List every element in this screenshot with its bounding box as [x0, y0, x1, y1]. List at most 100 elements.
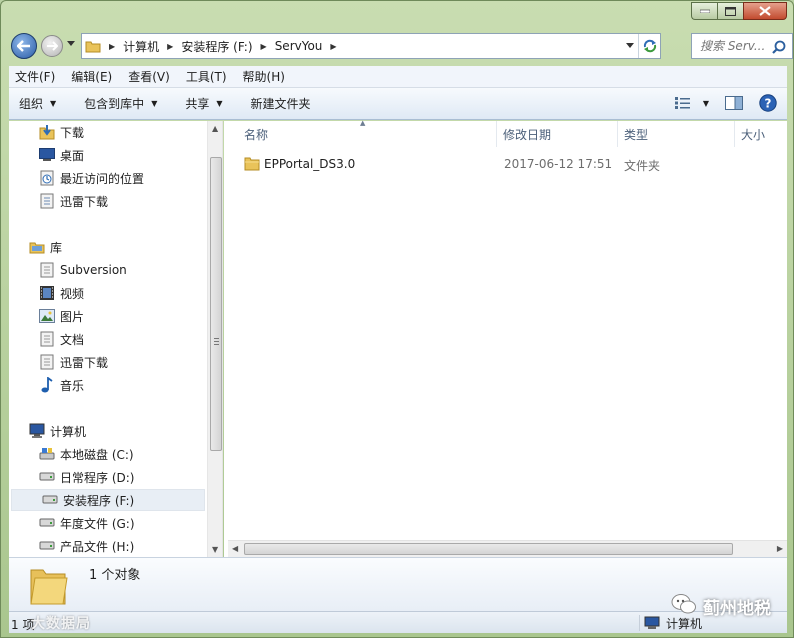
chevron-down-icon: ▼	[151, 99, 158, 108]
include-in-library-button[interactable]: 包含到库中 ▼	[84, 95, 157, 112]
organize-button[interactable]: 组织 ▼	[19, 95, 56, 112]
recent-places-icon	[39, 170, 55, 186]
column-header-type[interactable]: 类型	[618, 121, 735, 147]
history-dropdown-icon[interactable]	[67, 41, 75, 47]
new-folder-button[interactable]: 新建文件夹	[251, 95, 311, 112]
chevron-down-icon: ▼	[702, 98, 709, 108]
nav-item-label: 安装程序 (F:)	[63, 493, 135, 508]
column-header-name[interactable]: 名称	[238, 121, 497, 147]
file-row[interactable]: EPPortal_DS3.0 2017-06-12 17:51 文件夹	[238, 153, 778, 175]
file-list-hscrollbar[interactable]: ◀ ▶	[228, 540, 787, 557]
nav-item-downloads[interactable]: 下载	[9, 121, 205, 143]
nav-item-label: 年度文件 (G:)	[60, 516, 135, 531]
help-icon[interactable]: ?	[759, 94, 777, 112]
scroll-thumb[interactable]	[244, 543, 733, 555]
menu-bar: 文件(F) 编辑(E) 查看(V) 工具(T) 帮助(H)	[9, 66, 787, 88]
scroll-right-icon[interactable]: ▶	[777, 544, 783, 553]
nav-item-label: 计算机	[50, 424, 87, 439]
close-icon	[759, 6, 771, 16]
address-dropdown-icon[interactable]	[626, 43, 634, 49]
nav-item-music[interactable]: 音乐	[9, 374, 205, 396]
breadcrumb-computer[interactable]: 计算机	[120, 34, 162, 58]
nav-item-label: 本地磁盘 (C:)	[60, 447, 134, 462]
nav-item-drive-d[interactable]: 日常程序 (D:)	[9, 466, 205, 488]
arrow-left-icon	[17, 40, 30, 52]
forward-button[interactable]	[41, 35, 63, 57]
nav-item-desktop[interactable]: 桌面	[9, 144, 205, 166]
nav-item-label: 文档	[60, 332, 85, 347]
video-icon	[39, 285, 55, 301]
details-summary: 1 个对象	[89, 568, 141, 583]
address-bar[interactable]: ▶ 计算机 ▶ 安装程序 (F:) ▶ ServYou ▶	[81, 33, 661, 59]
breadcrumb-arrow-icon[interactable]: ▶	[162, 42, 178, 51]
search-box[interactable]	[691, 33, 793, 59]
minimize-button[interactable]	[691, 2, 717, 20]
computer-icon	[29, 423, 45, 439]
share-button[interactable]: 共享 ▼	[185, 95, 222, 112]
menu-tools[interactable]: 工具(T)	[186, 68, 227, 85]
nav-item-videos[interactable]: 视频	[9, 282, 205, 304]
organize-label: 组织	[19, 97, 44, 111]
menu-view[interactable]: 查看(V)	[128, 68, 170, 85]
nav-item-subversion[interactable]: Subversion	[9, 259, 205, 281]
nav-item-libraries[interactable]: 库	[9, 236, 205, 258]
breadcrumb-arrow-icon[interactable]: ▶	[256, 42, 272, 51]
minimize-icon	[699, 9, 710, 13]
breadcrumb-servyou[interactable]: ServYou	[272, 34, 326, 58]
nav-pane-scrollbar[interactable]: ▲ ▼	[207, 121, 222, 557]
nav-item-thunder-downloads[interactable]: 迅雷下载	[9, 190, 205, 212]
close-button[interactable]	[743, 2, 787, 20]
nav-item-drive-f[interactable]: 安装程序 (F:)	[11, 489, 205, 511]
nav-item-label: 迅雷下载	[60, 194, 109, 209]
scroll-up-icon[interactable]: ▲	[212, 124, 218, 133]
nav-item-documents[interactable]: 文档	[9, 328, 205, 350]
include-in-library-label: 包含到库中	[84, 97, 145, 111]
scroll-left-icon[interactable]: ◀	[232, 544, 238, 553]
nav-item-label: Subversion	[60, 263, 127, 277]
breadcrumb-drive-f[interactable]: 安装程序 (F:)	[178, 34, 255, 58]
nav-item-thunder-library[interactable]: 迅雷下载	[9, 351, 205, 373]
watermark-right: 蓟州地税	[671, 593, 771, 620]
column-header-modified[interactable]: 修改日期	[497, 121, 618, 147]
computer-icon	[644, 616, 660, 630]
nav-item-drive-c[interactable]: 本地磁盘 (C:)	[9, 443, 205, 465]
breadcrumb-arrow-icon[interactable]: ▶	[325, 42, 341, 51]
details-view-icon	[674, 97, 690, 109]
search-input[interactable]	[700, 39, 770, 53]
folder-icon	[244, 155, 260, 174]
nav-item-label: 桌面	[60, 148, 85, 163]
menu-file[interactable]: 文件(F)	[15, 68, 55, 85]
nav-item-drive-h[interactable]: 产品文件 (H:)	[9, 535, 205, 557]
column-size-label: 大小	[741, 127, 766, 142]
refresh-button[interactable]	[638, 34, 660, 58]
drive-icon	[39, 538, 55, 554]
back-button[interactable]	[11, 33, 37, 59]
scroll-thumb[interactable]	[210, 157, 222, 451]
arrow-right-icon	[47, 41, 58, 51]
scroll-down-icon[interactable]: ▼	[212, 545, 218, 554]
navigation-pane: 下载 桌面 最近访问的位置 迅雷下载 库 Subversion 视频 图片 文档…	[9, 121, 223, 557]
nav-item-computer[interactable]: 计算机	[9, 420, 205, 442]
share-label: 共享	[185, 97, 210, 111]
document-library-icon	[39, 262, 55, 278]
new-folder-label: 新建文件夹	[250, 97, 311, 111]
navigation-row: ▶ 计算机 ▶ 安装程序 (F:) ▶ ServYou ▶	[9, 31, 793, 61]
explorer-window: ▶ 计算机 ▶ 安装程序 (F:) ▶ ServYou ▶ 文件(F) 编辑(E…	[0, 0, 794, 638]
drive-icon	[42, 492, 58, 508]
search-icon[interactable]	[772, 40, 786, 54]
nav-item-recent-places[interactable]: 最近访问的位置	[9, 167, 205, 189]
downloads-folder-icon	[39, 124, 55, 140]
preview-pane-icon[interactable]	[725, 96, 743, 110]
view-controls: ▼ ?	[659, 94, 777, 112]
maximize-button[interactable]	[717, 2, 743, 20]
nav-item-pictures[interactable]: 图片	[9, 305, 205, 327]
nav-item-drive-g[interactable]: 年度文件 (G:)	[9, 512, 205, 534]
column-header-size[interactable]: 大小	[735, 121, 787, 147]
grip-icon	[214, 338, 219, 345]
breadcrumb-arrow-icon[interactable]: ▶	[104, 42, 120, 51]
change-view-button[interactable]: ▼	[674, 97, 709, 109]
menu-edit[interactable]: 编辑(E)	[71, 68, 112, 85]
menu-help[interactable]: 帮助(H)	[243, 68, 285, 85]
picture-icon	[39, 308, 55, 324]
thunder-download-icon	[39, 354, 55, 370]
